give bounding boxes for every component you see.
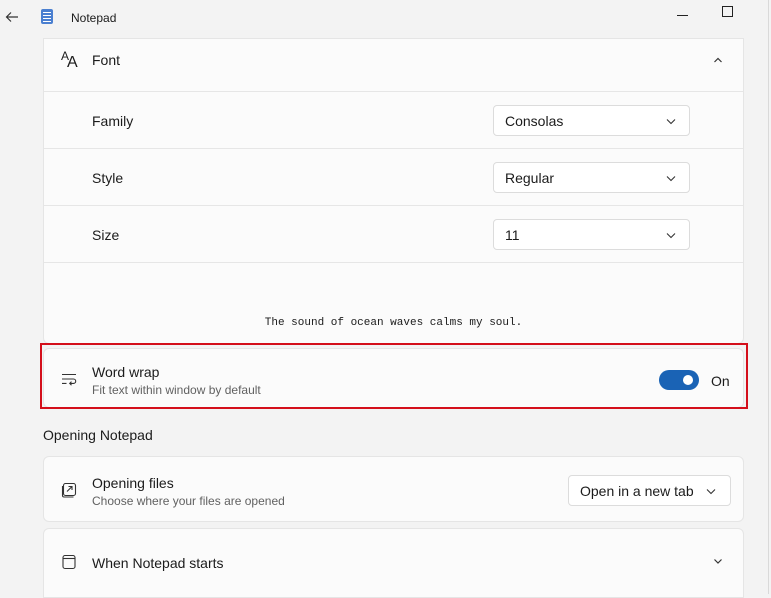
font-settings-card: AA Font Family Consolas Style Regular Si… <box>43 38 744 344</box>
font-size-row: Size 11 <box>44 205 743 263</box>
chevron-down-icon <box>706 489 716 495</box>
font-header-label: Font <box>92 52 121 68</box>
highlight-box <box>40 343 748 409</box>
font-style-label: Style <box>92 170 124 186</box>
chevron-down-icon <box>666 176 676 182</box>
section-title-opening: Opening Notepad <box>43 427 153 443</box>
font-style-value: Regular <box>505 170 555 186</box>
font-size-value: 11 <box>505 227 520 243</box>
font-size-label: Size <box>92 227 120 243</box>
font-family-dropdown[interactable]: Consolas <box>493 105 690 136</box>
font-size-dropdown[interactable]: 11 <box>493 219 690 250</box>
opening-files-title: Opening files <box>92 475 174 491</box>
font-icon: AA <box>61 49 78 71</box>
opening-files-card: Opening files Choose where your files ar… <box>43 456 744 522</box>
opening-files-dropdown[interactable]: Open in a new tab <box>568 475 731 506</box>
opening-files-value: Open in a new tab <box>580 483 694 499</box>
chevron-down-icon <box>666 233 676 239</box>
window-title: Notepad <box>71 11 117 25</box>
minimize-icon[interactable] <box>674 4 692 22</box>
when-notepad-starts-title: When Notepad starts <box>92 555 224 571</box>
font-preview-text: The sound of ocean waves calms my soul. <box>264 317 523 329</box>
when-notepad-starts-card[interactable]: When Notepad starts <box>43 528 744 598</box>
chevron-down-icon[interactable] <box>708 551 728 571</box>
font-style-row: Style Regular <box>44 148 743 206</box>
font-family-row: Family Consolas <box>44 91 743 149</box>
notepad-app-icon <box>41 9 53 24</box>
font-family-value: Consolas <box>505 113 564 129</box>
maximize-icon[interactable] <box>718 4 736 22</box>
font-style-dropdown[interactable]: Regular <box>493 162 690 193</box>
font-preview: The sound of ocean waves calms my soul. <box>44 262 743 344</box>
window-border <box>768 0 769 594</box>
open-files-icon <box>61 482 77 498</box>
back-arrow-icon[interactable] <box>4 9 20 25</box>
chevron-up-icon[interactable] <box>708 50 728 70</box>
font-header[interactable]: AA Font <box>44 39 743 92</box>
opening-files-description: Choose where your files are opened <box>92 494 285 508</box>
chevron-down-icon <box>666 119 676 125</box>
title-bar: Notepad <box>0 0 771 36</box>
font-family-label: Family <box>92 113 134 129</box>
notepad-start-icon <box>62 554 76 570</box>
